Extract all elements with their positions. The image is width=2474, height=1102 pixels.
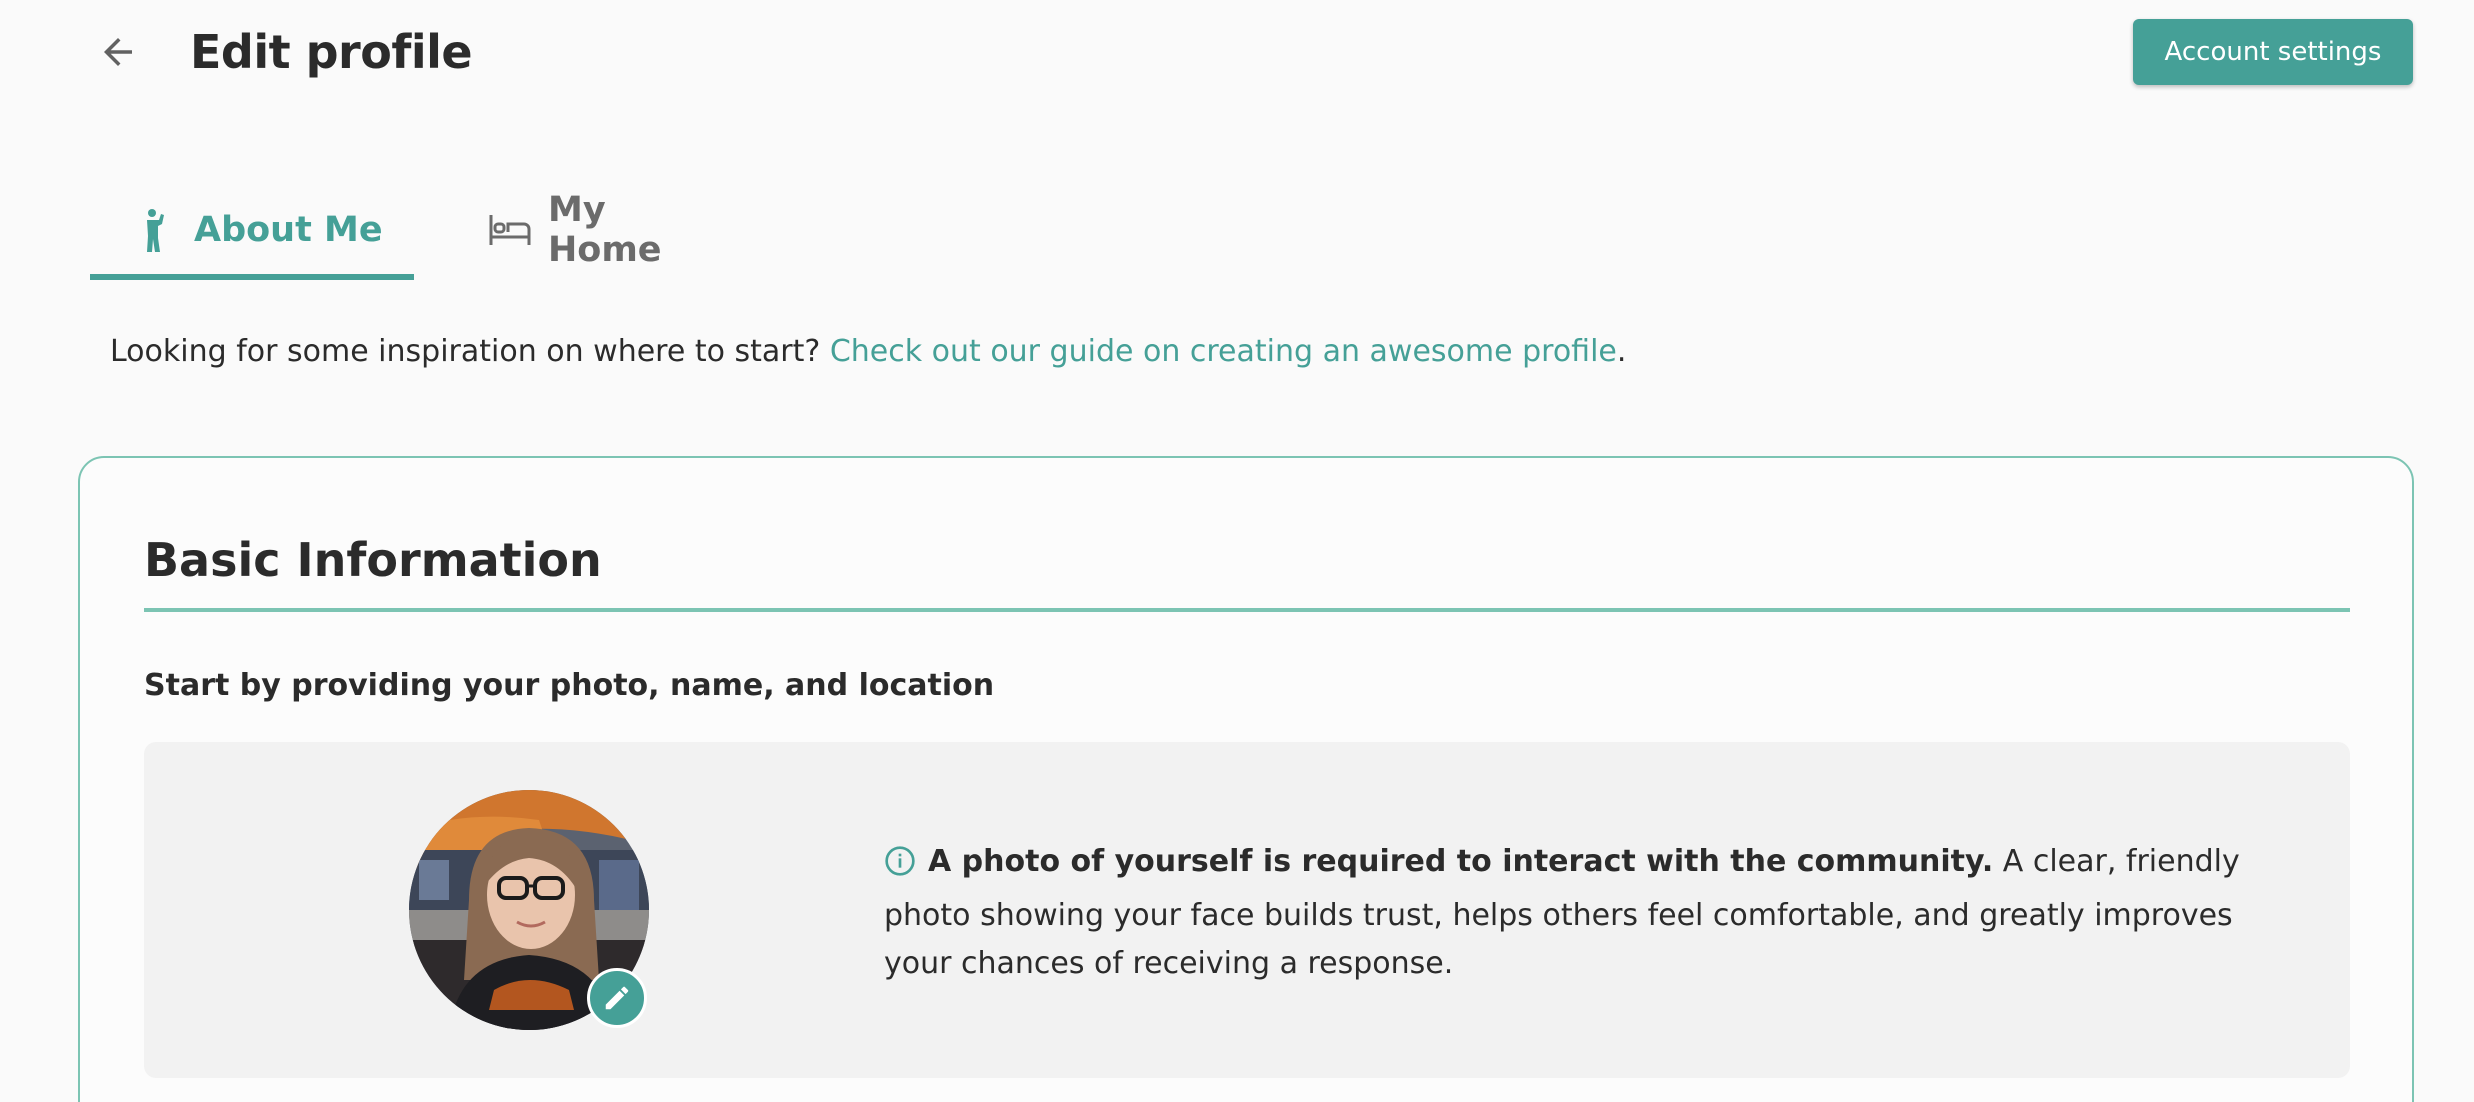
tab-my-home[interactable]: My Home	[90, 180, 662, 280]
intro-text: Looking for some inspiration on where to…	[110, 330, 1626, 374]
pencil-icon	[605, 986, 629, 1010]
bed-icon	[488, 213, 532, 247]
account-settings-button[interactable]: Account settings	[2133, 19, 2413, 85]
section-title: Basic Information	[144, 533, 602, 587]
profile-tabs: About Me My Home	[90, 180, 662, 280]
info-circle-icon	[884, 844, 916, 892]
back-button[interactable]	[88, 22, 148, 82]
intro-suffix: .	[1616, 334, 1627, 369]
notice-bold: A photo of yourself is required to inter…	[928, 844, 1994, 879]
edit-photo-button[interactable]	[587, 968, 647, 1028]
tab-label: My Home	[548, 190, 662, 270]
arrow-left-icon	[104, 38, 132, 66]
photo-panel: A photo of yourself is required to inter…	[144, 742, 2350, 1078]
section-divider	[144, 608, 2350, 612]
basic-information-card: Basic Information Start by providing you…	[78, 456, 2414, 1102]
photo-requirement-notice: A photo of yourself is required to inter…	[884, 838, 2304, 988]
page-title: Edit profile	[190, 25, 473, 79]
edit-profile-page: Edit profile Account settings About Me M…	[0, 0, 2474, 1102]
profile-guide-link[interactable]: Check out our guide on creating an aweso…	[830, 334, 1617, 369]
avatar-container	[409, 790, 649, 1030]
section-subtitle: Start by providing your photo, name, and…	[144, 668, 995, 703]
intro-prefix: Looking for some inspiration on where to…	[110, 334, 830, 369]
